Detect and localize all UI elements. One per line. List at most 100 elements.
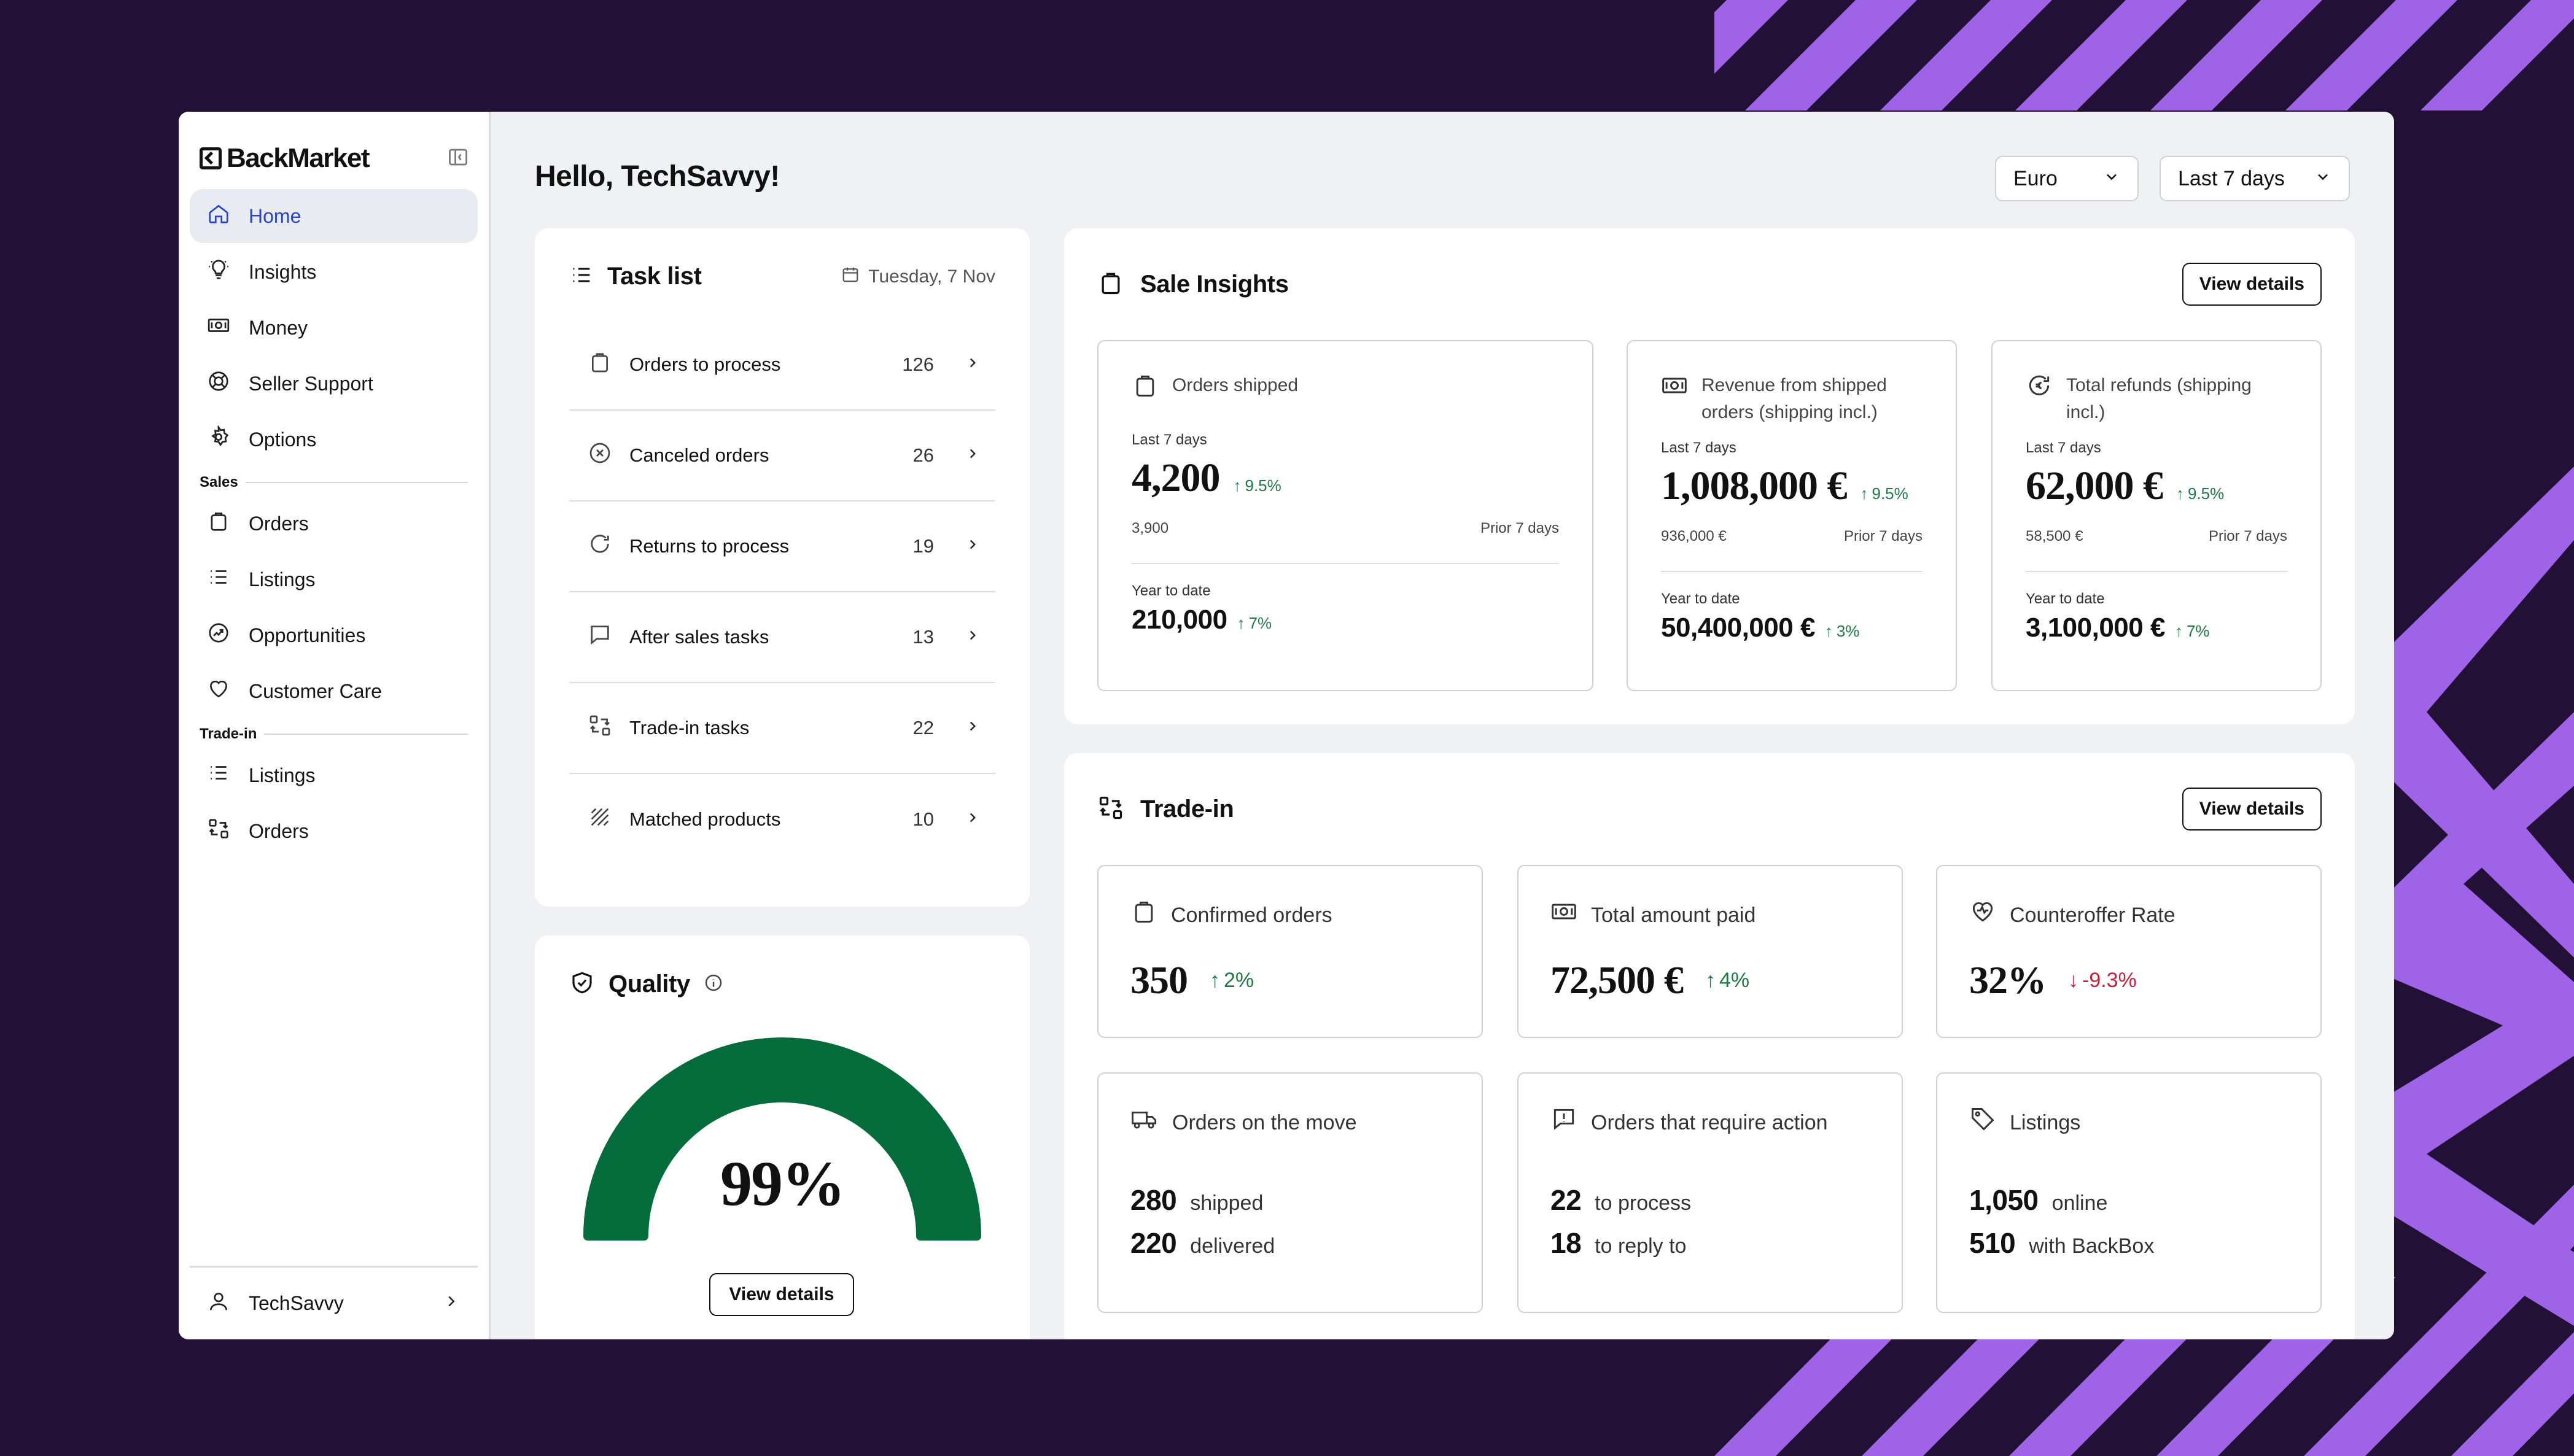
ytd-delta-text: 3% bbox=[1836, 622, 1860, 640]
sidebar-item-options[interactable]: Options bbox=[190, 412, 478, 467]
metric-value: 350 bbox=[1130, 958, 1188, 1002]
ytd-value: 210,000 bbox=[1132, 605, 1227, 635]
period-select[interactable]: Last 7 days bbox=[2160, 156, 2350, 201]
stats-list: 1,050 online 510 with BackBox bbox=[1969, 1183, 2288, 1260]
orders-on-the-move-card: Orders on the move 280 shipped 220 deliver… bbox=[1097, 1072, 1483, 1313]
stat-number: 510 bbox=[1969, 1227, 2016, 1259]
chevron-right-icon bbox=[965, 535, 981, 557]
currency-value: Euro bbox=[2013, 166, 2058, 190]
task-date-text: Tuesday, 7 Nov bbox=[868, 266, 995, 287]
metric-delta: ↑ 9.5% bbox=[2176, 484, 2224, 503]
metric-delta-text: -9.3% bbox=[2082, 968, 2137, 992]
ytd-delta: ↑ 7% bbox=[1237, 614, 1272, 633]
calendar-icon bbox=[841, 265, 860, 288]
task-list-header: Task list Tuesday, 7 Nov bbox=[569, 263, 995, 290]
task-row-after-sales-tasks[interactable]: After sales tasks 13 bbox=[569, 592, 995, 683]
chevron-down-icon bbox=[2103, 167, 2120, 191]
swap-icon bbox=[588, 713, 612, 743]
sidebar-item-home[interactable]: Home bbox=[190, 189, 478, 243]
stat-number: 22 bbox=[1550, 1184, 1582, 1216]
bag-icon bbox=[588, 350, 612, 379]
sidebar-section-trade-in: Trade-in bbox=[190, 720, 478, 748]
stat-label: online bbox=[2051, 1191, 2108, 1215]
sidebar-item-opportunities[interactable]: Opportunities bbox=[190, 608, 478, 662]
ytd-value: 50,400,000 € bbox=[1661, 613, 1815, 643]
task-list-card: Task list Tuesday, 7 Nov Orders to proce… bbox=[535, 228, 1030, 907]
metric-title: Total amount paid bbox=[1550, 898, 1870, 932]
task-label: Canceled orders bbox=[629, 444, 769, 466]
arrow-up-icon: ↑ bbox=[1824, 622, 1833, 640]
bag-icon bbox=[207, 509, 230, 538]
task-row-matched-products[interactable]: Matched products 10 bbox=[569, 774, 995, 865]
sidebar-item-tradein-orders[interactable]: Orders bbox=[190, 804, 478, 858]
trade-in-view-details-button[interactable]: View details bbox=[2182, 788, 2322, 831]
quality-view-details-button[interactable]: View details bbox=[709, 1273, 854, 1316]
chevron-right-icon bbox=[965, 717, 981, 739]
bag-icon bbox=[1097, 269, 1124, 300]
sidebar-item-seller-support[interactable]: Seller Support bbox=[190, 357, 478, 411]
metric-delta-text: 9.5% bbox=[1245, 476, 1281, 495]
task-row-orders-to-process[interactable]: Orders to process 126 bbox=[569, 320, 995, 411]
prior-label: Prior 7 days bbox=[2208, 528, 2287, 544]
metric-value-row: 32% ↓ -9.3% bbox=[1969, 958, 2288, 1003]
task-count: 22 bbox=[912, 717, 934, 738]
collapse-sidebar-icon[interactable] bbox=[447, 146, 469, 171]
prior-value: 3,900 bbox=[1132, 520, 1169, 536]
refunds-card: Total refunds (shipping incl.) Last 7 da… bbox=[1991, 340, 2322, 691]
arrow-up-icon: ↑ bbox=[2176, 484, 2184, 503]
prior-value: 936,000 € bbox=[1661, 528, 1727, 544]
arrow-up-icon: ↑ bbox=[1237, 614, 1245, 632]
task-label: Trade-in tasks bbox=[629, 717, 750, 738]
brand-logo[interactable]: BackMarket bbox=[200, 143, 370, 174]
metric-title: Orders shipped bbox=[1132, 372, 1559, 407]
metric-delta-text: 9.5% bbox=[2188, 484, 2225, 503]
sidebar-section-title: Sales bbox=[200, 474, 238, 490]
sidebar-item-listings[interactable]: Listings bbox=[190, 552, 478, 606]
ytd-delta-text: 7% bbox=[2186, 622, 2210, 640]
banknote-icon bbox=[1661, 372, 1688, 407]
chevron-right-icon bbox=[965, 808, 981, 831]
metric-period: Last 7 days bbox=[1132, 432, 1207, 448]
sidebar-item-customer-care[interactable]: Customer Care bbox=[190, 664, 478, 718]
metric-title-text: Confirmed orders bbox=[1171, 903, 1332, 927]
metric-value: 72,500 € bbox=[1550, 958, 1684, 1002]
sidebar-item-insights[interactable]: Insights bbox=[190, 245, 478, 299]
period-value: Last 7 days bbox=[2178, 166, 2285, 190]
x-circle-icon bbox=[588, 441, 612, 470]
task-row-canceled-orders[interactable]: Canceled orders 26 bbox=[569, 411, 995, 501]
ytd-label: Year to date bbox=[1132, 583, 1211, 599]
confirmed-orders-card: Confirmed orders 350 ↑ 2% bbox=[1097, 865, 1483, 1038]
orders-shipped-card: Orders shipped Last 7 days 4,200 ↑ 9.5% 3… bbox=[1097, 340, 1593, 691]
currency-select[interactable]: Euro bbox=[1995, 156, 2139, 201]
metric-title: Listings bbox=[1969, 1106, 2288, 1139]
sale-insights-view-details-button[interactable]: View details bbox=[2182, 263, 2322, 306]
sidebar-item-orders[interactable]: Orders bbox=[190, 497, 478, 551]
task-row-returns-to-process[interactable]: Returns to process 19 bbox=[569, 501, 995, 592]
list-icon bbox=[207, 565, 230, 594]
info-icon[interactable] bbox=[704, 973, 723, 996]
metric-value-row: 350 ↑ 2% bbox=[1130, 958, 1450, 1003]
brand-name: BackMarket bbox=[227, 143, 370, 173]
stat-number: 1,050 bbox=[1969, 1184, 2039, 1216]
prior-row: 58,500 € Prior 7 days bbox=[2026, 528, 2287, 572]
metric-title-text: Total amount paid bbox=[1591, 903, 1756, 927]
trade-in-card: Trade-in View details Confirmed orders 3… bbox=[1064, 753, 2355, 1339]
ytd-delta-text: 7% bbox=[1248, 614, 1272, 632]
sidebar-item-label: Listings bbox=[249, 764, 316, 786]
task-count: 13 bbox=[912, 626, 934, 648]
task-row-trade-in-tasks[interactable]: Trade-in tasks 22 bbox=[569, 683, 995, 774]
sidebar-item-money[interactable]: Money bbox=[190, 301, 478, 355]
orders-require-action-card: Orders that require action 22 to process … bbox=[1517, 1072, 1903, 1313]
stat-label: to process bbox=[1595, 1191, 1692, 1215]
heart-icon bbox=[207, 677, 230, 705]
home-icon bbox=[207, 202, 230, 230]
metric-value: 4,200 bbox=[1132, 455, 1220, 500]
sidebar-item-tradein-listings[interactable]: Listings bbox=[190, 748, 478, 802]
truck-icon bbox=[1130, 1106, 1159, 1139]
metric-title: Orders that require action bbox=[1550, 1106, 1870, 1139]
counteroffer-rate-card: Counteroffer Rate 32% ↓ -9.3% bbox=[1936, 865, 2322, 1038]
task-count: 126 bbox=[902, 354, 934, 375]
page-title: Hello, TechSavvy! bbox=[535, 160, 780, 193]
chevron-down-icon bbox=[2314, 167, 2331, 191]
user-menu[interactable]: TechSavvy bbox=[190, 1266, 478, 1339]
